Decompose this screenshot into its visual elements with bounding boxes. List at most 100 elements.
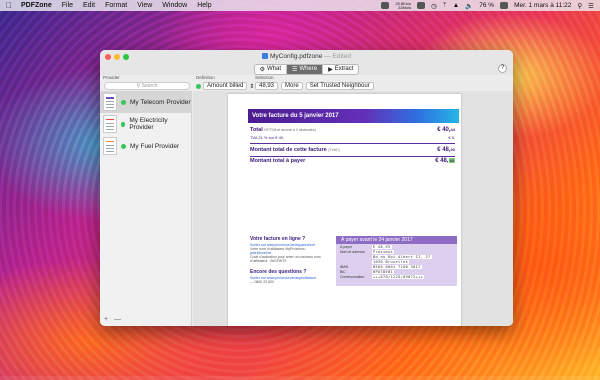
tab-where-label: Where bbox=[299, 66, 318, 72]
document-preview: Votre facture du 5 janvier 2017 Total HT… bbox=[193, 91, 513, 326]
clock-icon[interactable]: ◷ bbox=[431, 2, 437, 10]
chevron-down-icon[interactable]: ⇕ bbox=[249, 83, 254, 90]
payment-key: À payer bbox=[340, 245, 353, 249]
provider-sidebar: My Telecom Provider My Electricity Provi… bbox=[100, 91, 192, 326]
total-amount-main: € 40, bbox=[437, 127, 451, 133]
selection-controls: 48,93 More Set Trusted Neighbour bbox=[255, 82, 374, 90]
definition-label: Definition bbox=[196, 75, 215, 80]
payment-value: € 48,93 bbox=[372, 245, 392, 249]
battery-status[interactable]: 76 % bbox=[479, 2, 494, 9]
online-block: Votre facture en ligne ? Surfez sur www.… bbox=[250, 236, 350, 263]
questions-heading: Encore des questions ? bbox=[250, 269, 307, 275]
invoice-page[interactable]: Votre facture du 5 janvier 2017 Total HT… bbox=[228, 94, 461, 326]
menu-help[interactable]: Help bbox=[197, 2, 211, 9]
montant-tvac-cents: 93 bbox=[450, 147, 455, 152]
a-payer-line: Montant total à payer € 48,93 bbox=[250, 158, 455, 164]
sidebar-item-telecom[interactable]: My Telecom Provider bbox=[100, 91, 191, 113]
more-button[interactable]: More bbox=[281, 82, 303, 90]
payment-value: 1030 Bruxelles bbox=[372, 260, 410, 264]
volume-icon[interactable]: 🔈 bbox=[465, 2, 473, 10]
payment-row: Communication +++070/1225/09072+++ bbox=[340, 275, 457, 279]
tva-amount: € 8, bbox=[448, 135, 455, 140]
invoice-banner: Votre facture du 5 janvier 2017 bbox=[248, 109, 459, 123]
payment-row: Nom et adresse Proximus bbox=[340, 250, 457, 254]
notification-center-icon[interactable]: ☰ bbox=[588, 2, 594, 10]
montant-tvac-line: Montant total de cette facture (TVAC) € … bbox=[250, 147, 455, 153]
payment-value: Bd du Roi Albert II, 27 bbox=[372, 255, 432, 259]
selection-label: Selection bbox=[255, 75, 274, 80]
menu-format[interactable]: Format bbox=[105, 2, 127, 9]
montant-tvac-label: Montant total de cette facture bbox=[250, 147, 327, 153]
selected-amount-highlight[interactable]: 93 bbox=[448, 158, 455, 163]
questions-block: Encore des questions ? Surfez sur www.pr… bbox=[250, 269, 350, 284]
montant-tvac-sub: (TVAC) bbox=[328, 148, 340, 152]
payment-row: À payer € 48,93 bbox=[340, 245, 457, 249]
apple-icon[interactable]:  bbox=[6, 1, 12, 10]
provider-label: My Electricity Provider bbox=[129, 117, 168, 131]
gear-icon: ⚙ bbox=[259, 66, 265, 73]
montant-tvac-amount: € 48,93 bbox=[437, 147, 455, 153]
help-button[interactable]: ? bbox=[498, 64, 507, 73]
search-placeholder: Search bbox=[141, 83, 158, 89]
divider bbox=[250, 156, 455, 157]
payment-row: IBAN BE60 0001 7100 3017 bbox=[340, 265, 457, 269]
payment-slip: À payer avant le 24 janvier 2017 À payer… bbox=[336, 236, 457, 286]
airplay-icon[interactable] bbox=[417, 2, 426, 9]
status-dot-icon bbox=[196, 83, 201, 89]
sidebar-item-electricity[interactable]: My Electricity Provider bbox=[100, 113, 191, 135]
search-input[interactable]: ⚲ Search bbox=[104, 82, 190, 90]
dropbox-icon[interactable] bbox=[381, 2, 390, 9]
divider bbox=[250, 143, 455, 144]
bluetooth-icon[interactable]: ᛘ bbox=[443, 2, 447, 9]
trusted-neighbour-button[interactable]: Set Trusted Neighbour bbox=[305, 82, 374, 90]
menu-view[interactable]: View bbox=[137, 2, 152, 9]
payment-key: IBAN bbox=[340, 265, 349, 269]
menu-app[interactable]: PDFZone bbox=[21, 2, 52, 9]
sidebar-item-fuel[interactable]: My Fuel Provider bbox=[100, 135, 191, 157]
edited-label: — Edited bbox=[324, 53, 351, 60]
payment-value: Proximus bbox=[372, 250, 395, 254]
search-icon[interactable]: ⚲ bbox=[577, 2, 582, 10]
net-down: 22Mo/s bbox=[398, 4, 412, 10]
window-title: MyConfig.pdfzone — Edited bbox=[100, 53, 513, 60]
remove-provider-button[interactable]: — bbox=[114, 316, 121, 323]
document-thumbnail bbox=[103, 137, 117, 155]
provider-label: My Telecom Provider bbox=[130, 98, 191, 106]
payment-row: Bd du Roi Albert II, 27 bbox=[340, 255, 457, 259]
payment-value: +++070/1225/09072+++ bbox=[372, 275, 425, 279]
selection-value[interactable]: 48,93 bbox=[255, 82, 279, 90]
controls-row: ⚲ Search Amount billed ⇕ 48,93 More Set … bbox=[100, 81, 513, 91]
provider-label: Provider bbox=[103, 75, 120, 80]
tab-what[interactable]: ⚙ What bbox=[255, 64, 288, 74]
network-stats[interactable]: 25.8Ko/s 22Mo/s bbox=[395, 1, 412, 10]
definition-popup[interactable]: Amount billed bbox=[203, 82, 248, 90]
a-payer-main: € 48, bbox=[435, 158, 449, 164]
payment-heading: À payer avant le 24 janvier 2017 bbox=[336, 236, 457, 244]
menu-window[interactable]: Window bbox=[162, 2, 187, 9]
title-bar: MyConfig.pdfzone — Edited bbox=[100, 50, 513, 63]
menu-clock[interactable]: Mer. 1 mars à 11:22 bbox=[514, 2, 571, 9]
payment-key: Communication bbox=[340, 275, 365, 279]
total-amount-cents: 44 bbox=[450, 127, 455, 132]
payment-key: Nom et adresse bbox=[340, 250, 365, 254]
tab-where[interactable]: ☰ Where bbox=[287, 64, 324, 74]
a-payer-label: Montant total à payer bbox=[250, 158, 306, 164]
status-dot-icon bbox=[121, 143, 126, 149]
total-amount: € 40,44 bbox=[437, 127, 455, 133]
total-label: Total bbox=[250, 127, 263, 133]
payment-row: BIC BPOTBEB1 bbox=[340, 270, 457, 274]
a-payer-amount: € 48,93 bbox=[435, 158, 455, 164]
online-line-5: d'utilisateur : BrGFWT9 bbox=[250, 259, 287, 263]
wifi-icon[interactable]: ▲ bbox=[453, 2, 459, 9]
payment-value: BE60 0001 7100 3017 bbox=[372, 265, 422, 269]
search-icon: ⚲ bbox=[136, 83, 141, 89]
menu-file[interactable]: File bbox=[62, 2, 73, 9]
add-provider-button[interactable]: + bbox=[104, 316, 108, 323]
mode-segmented-control: ⚙ What ☰ Where ▶ Extract bbox=[253, 63, 360, 75]
tab-extract[interactable]: ▶ Extract bbox=[323, 65, 358, 74]
menu-edit[interactable]: Edit bbox=[83, 2, 95, 9]
provider-label: My Fuel Provider bbox=[130, 142, 180, 150]
tab-extract-label: Extract bbox=[334, 66, 354, 72]
tva-label: TVA 21 % sur € 40, bbox=[250, 135, 285, 140]
window-title-text: MyConfig.pdfzone bbox=[270, 53, 323, 60]
